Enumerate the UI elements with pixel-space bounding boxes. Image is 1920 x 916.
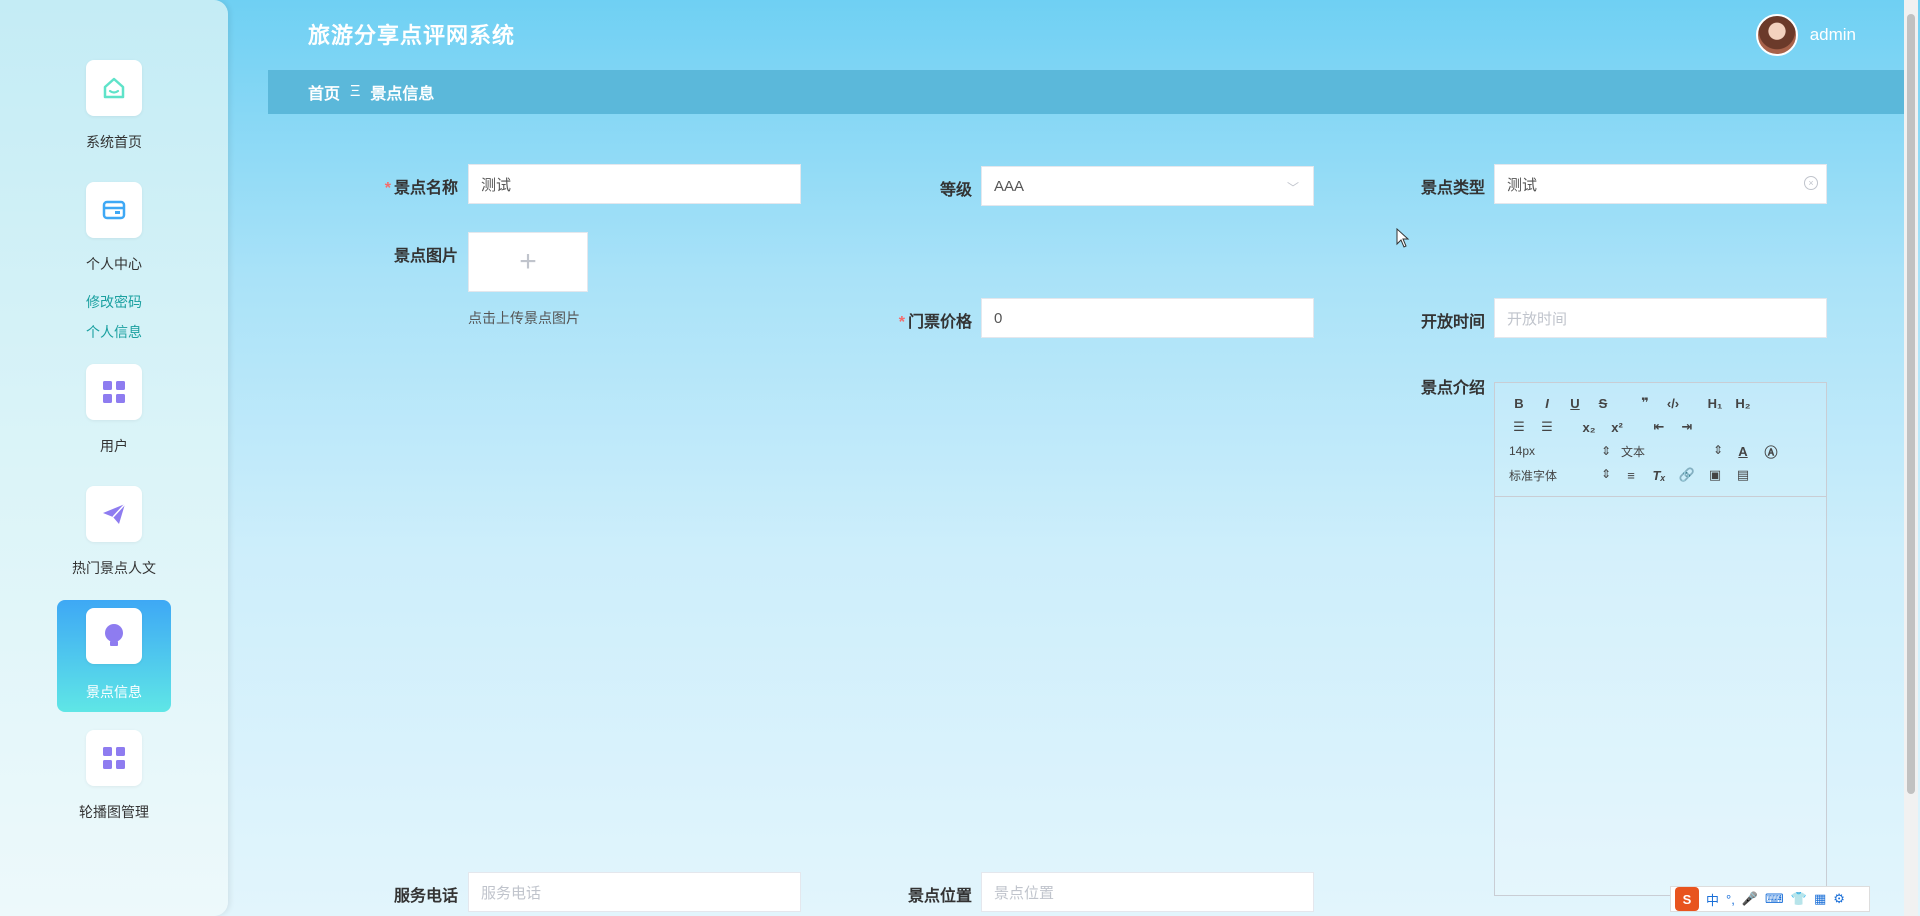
image-upload-button[interactable]: +	[468, 232, 588, 292]
level-select[interactable]: AAA ﹀	[981, 166, 1314, 206]
editor-toolbar: B I U S ❞ ‹/› H₁ H₂ ☰ ☰ x₂ x² ⇤ ⇥ 14px ⇕ …	[1495, 383, 1826, 497]
price-input[interactable]: 0	[981, 298, 1314, 338]
user-name: admin	[1809, 25, 1856, 44]
location-input[interactable]: 景点位置	[981, 872, 1314, 912]
sidebar-item-hot-spots[interactable]: 热门景点人文	[57, 486, 171, 578]
superscript-icon[interactable]: x²	[1603, 420, 1631, 435]
blockquote-icon[interactable]: ❞	[1631, 395, 1659, 411]
keyboard-icon[interactable]: ⌨	[1765, 891, 1784, 907]
sidebar: 系统首页 个人中心 修改密码 个人信息 用户 热门景点人文 景点信息 轮播图管理	[0, 0, 228, 916]
location-label: 景点位置	[907, 888, 972, 905]
price-label: * 门票价格	[898, 314, 972, 331]
level-label: 等级	[939, 182, 972, 199]
sidebar-item-label: 热门景点人文	[72, 560, 156, 576]
underline-icon[interactable]: U	[1561, 396, 1589, 411]
clear-icon[interactable]: ×	[1804, 176, 1818, 190]
chevron-down-icon: ﹀	[1286, 181, 1299, 195]
settings-icon[interactable]: ⚙	[1833, 891, 1845, 907]
microphone-icon[interactable]: 🎤	[1742, 891, 1758, 907]
bold-icon[interactable]: B	[1505, 396, 1533, 411]
phone-label: 服务电话	[393, 888, 458, 905]
skin-icon[interactable]: 👕	[1791, 891, 1807, 907]
required-mark: *	[384, 180, 391, 197]
align-icon[interactable]: ≡	[1617, 468, 1645, 483]
breadcrumb-separator: Ξ	[350, 83, 361, 100]
open-time-label: 开放时间	[1420, 314, 1485, 331]
scrollbar-thumb[interactable]	[1907, 14, 1915, 794]
grid-icon	[86, 730, 142, 786]
link-icon[interactable]: 🔗	[1673, 467, 1701, 483]
sidebar-item-home[interactable]: 系统首页	[57, 60, 171, 152]
italic-icon[interactable]: I	[1533, 396, 1561, 411]
text-style-select[interactable]: 文本 ⇕	[1617, 443, 1729, 460]
required-mark: *	[898, 314, 905, 331]
ime-chinese-icon[interactable]: 中	[1706, 890, 1719, 909]
type-input[interactable]: 测试 ×	[1494, 164, 1827, 204]
sidebar-link-change-password[interactable]: 修改密码	[57, 292, 171, 312]
upload-hint: 点击上传景点图片	[468, 310, 580, 326]
sidebar-item-users[interactable]: 用户	[57, 364, 171, 456]
sidebar-item-carousel[interactable]: 轮播图管理	[57, 730, 171, 822]
subscript-icon[interactable]: x₂	[1575, 420, 1603, 435]
ime-toolbar[interactable]: S 中 °, 🎤 ⌨ 👕 ▦ ⚙	[1670, 886, 1870, 912]
rich-text-editor[interactable]: B I U S ❞ ‹/› H₁ H₂ ☰ ☰ x₂ x² ⇤ ⇥ 14px ⇕ …	[1494, 382, 1827, 896]
grid-icon	[86, 364, 142, 420]
ordered-list-icon[interactable]: ☰	[1505, 419, 1533, 435]
font-size-select[interactable]: 14px ⇕	[1505, 444, 1617, 458]
intro-label: 景点介绍	[1420, 380, 1485, 397]
app-title: 旅游分享点评网系统	[308, 23, 516, 48]
sidebar-item-personal-center[interactable]: 个人中心	[57, 182, 171, 274]
sidebar-item-scenic-info[interactable]: 景点信息	[57, 600, 171, 712]
video-icon[interactable]: ▤	[1729, 467, 1757, 483]
ime-logo-icon: S	[1675, 887, 1699, 911]
strike-icon[interactable]: S	[1589, 396, 1617, 411]
user-menu[interactable]: admin	[1755, 14, 1856, 56]
bullet-list-icon[interactable]: ☰	[1533, 419, 1561, 435]
font-family-select[interactable]: 标准字体 ⇕	[1505, 467, 1617, 484]
indent-icon[interactable]: ⇥	[1673, 419, 1701, 435]
phone-input[interactable]: 服务电话	[468, 872, 801, 912]
name-label: * 景点名称	[384, 180, 458, 197]
code-block-icon[interactable]: ‹/›	[1659, 396, 1687, 411]
breadcrumb: 首页 Ξ 景点信息	[268, 70, 1904, 114]
home-icon	[86, 60, 142, 116]
breadcrumb-home[interactable]: 首页	[308, 80, 340, 104]
background-color-icon[interactable]: Ⓐ	[1757, 442, 1785, 461]
wallet-icon	[86, 182, 142, 238]
mouse-cursor-icon	[1396, 228, 1410, 248]
clear-format-icon[interactable]: Tₓ	[1645, 468, 1673, 483]
sidebar-item-label: 个人中心	[86, 256, 142, 272]
type-label: 景点类型	[1420, 180, 1485, 197]
ime-punct-icon[interactable]: °,	[1726, 892, 1735, 907]
heading1-icon[interactable]: H₁	[1701, 396, 1729, 411]
sidebar-item-label: 系统首页	[86, 134, 142, 150]
avatar[interactable]	[1755, 14, 1798, 56]
toolbox-icon[interactable]: ▦	[1814, 891, 1826, 907]
name-input[interactable]: 测试	[468, 164, 801, 204]
plus-icon: +	[519, 245, 537, 278]
bulb-icon	[86, 608, 142, 664]
sidebar-link-personal-info[interactable]: 个人信息	[57, 322, 171, 342]
font-color-icon[interactable]: A	[1729, 444, 1757, 459]
sidebar-item-label: 景点信息	[86, 684, 142, 700]
outdent-icon[interactable]: ⇤	[1645, 419, 1673, 435]
image-label: 景点图片	[393, 248, 458, 265]
open-time-input[interactable]: 开放时间	[1494, 298, 1827, 338]
sidebar-item-label: 用户	[100, 438, 128, 454]
image-icon[interactable]: ▣	[1701, 467, 1729, 483]
scrollbar[interactable]	[1904, 0, 1918, 916]
sidebar-item-label: 轮播图管理	[79, 804, 149, 820]
breadcrumb-current: 景点信息	[370, 86, 435, 103]
send-icon	[86, 486, 142, 542]
heading2-icon[interactable]: H₂	[1729, 396, 1757, 411]
